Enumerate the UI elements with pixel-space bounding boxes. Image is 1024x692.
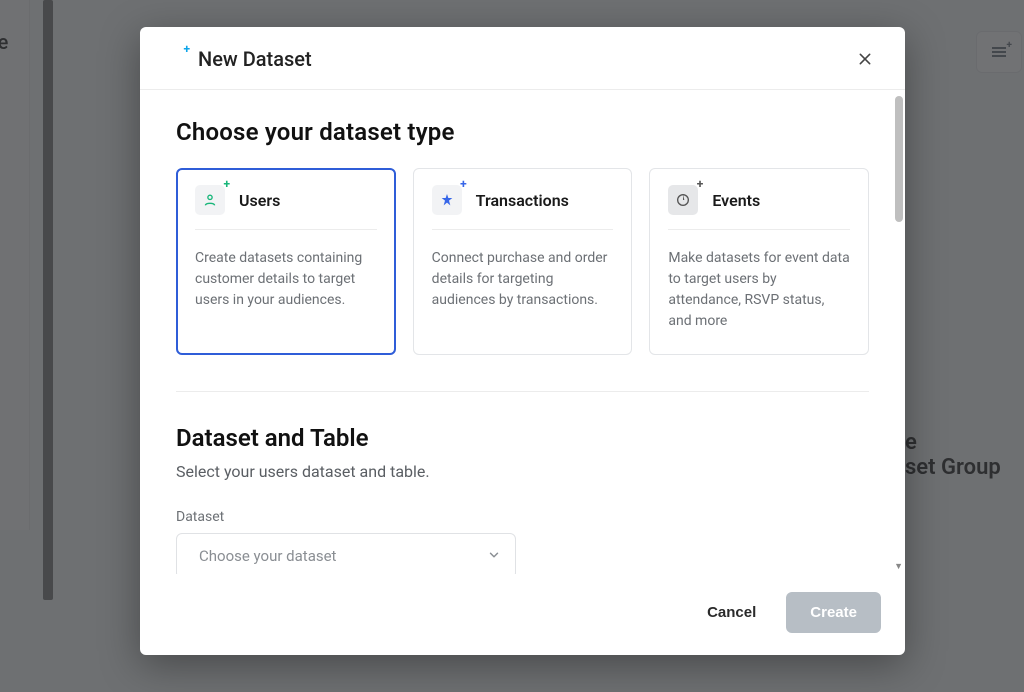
card-title: Events — [712, 191, 760, 210]
new-dataset-modal: + New Dataset Choose your dataset type +… — [140, 27, 905, 655]
dataset-select-placeholder: Choose your dataset — [199, 547, 336, 565]
users-icon: + — [195, 185, 225, 215]
modal-header-left: + New Dataset — [166, 47, 312, 71]
events-icon: + — [668, 185, 698, 215]
modal-body: Choose your dataset type + Users Create … — [140, 90, 905, 574]
dataset-field-label: Dataset — [176, 509, 869, 525]
dataset-table-desc: Select your users dataset and table. — [176, 462, 869, 481]
dataset-table-title: Dataset and Table — [176, 424, 869, 452]
type-cards: + Users Create datasets containing custo… — [176, 168, 869, 355]
modal-footer: Cancel Create — [140, 574, 905, 655]
close-icon — [857, 51, 873, 67]
scrollbar-thumb[interactable] — [895, 96, 903, 222]
card-head: + Events — [668, 185, 850, 230]
dataset-icon: + — [166, 49, 186, 69]
card-head: + Users — [195, 185, 377, 230]
card-desc: Make datasets for event data to target u… — [668, 248, 850, 332]
card-title: Transactions — [476, 191, 569, 210]
type-card-transactions[interactable]: + Transactions Connect purchase and orde… — [413, 168, 633, 355]
close-button[interactable] — [851, 45, 879, 73]
card-title: Users — [239, 191, 280, 210]
modal-scrollbar[interactable]: ▼ — [893, 90, 905, 574]
transactions-icon: + — [432, 185, 462, 215]
card-head: + Transactions — [432, 185, 614, 230]
modal-header: + New Dataset — [140, 27, 905, 89]
type-card-events[interactable]: + Events Make datasets for event data to… — [649, 168, 869, 355]
chevron-down-icon — [487, 547, 501, 566]
scrollbar-down-arrow[interactable]: ▼ — [894, 561, 903, 572]
card-desc: Create datasets containing customer deta… — [195, 248, 377, 311]
create-button[interactable]: Create — [786, 592, 881, 633]
section-divider — [176, 391, 869, 392]
card-desc: Connect purchase and order details for t… — [432, 248, 614, 311]
modal-title: New Dataset — [198, 47, 312, 71]
dataset-select[interactable]: Choose your dataset — [176, 533, 516, 574]
choose-type-title: Choose your dataset type — [176, 118, 869, 146]
cancel-button[interactable]: Cancel — [699, 594, 764, 631]
modal-scroll-area[interactable]: Choose your dataset type + Users Create … — [140, 90, 905, 574]
type-card-users[interactable]: + Users Create datasets containing custo… — [176, 168, 396, 355]
